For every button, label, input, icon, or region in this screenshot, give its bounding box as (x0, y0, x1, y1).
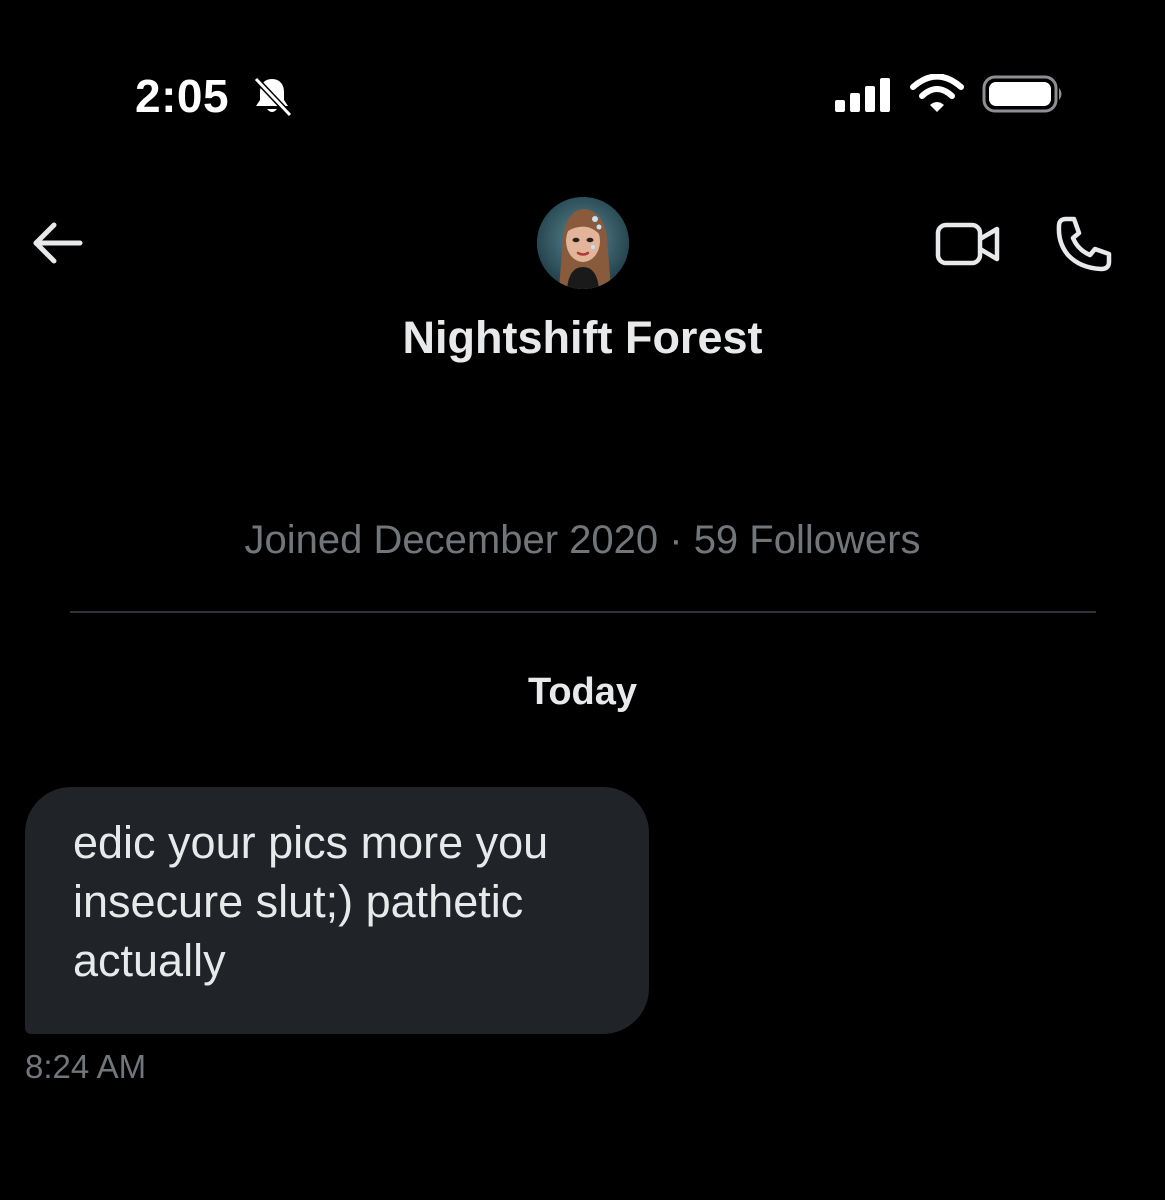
avatar-illustration (537, 197, 629, 289)
profile-meta: Joined December 2020 · 59 Followers (244, 518, 921, 562)
profile-avatar[interactable] (537, 197, 629, 289)
message-text: edic your pics more you insecure slut;) … (73, 817, 549, 986)
status-time: 2:05 (135, 70, 230, 122)
message-timestamp: 8:24 AM (25, 1048, 147, 1085)
contact-name[interactable]: Nightshift Forest (0, 308, 1165, 368)
battery-icon (982, 75, 1062, 113)
video-call-button[interactable] (934, 218, 1002, 270)
divider (70, 611, 1096, 613)
back-button[interactable] (28, 218, 86, 268)
message-bubble[interactable]: edic your pics more you insecure slut;) … (25, 787, 649, 1034)
phone-call-button[interactable] (1052, 214, 1114, 274)
dm-screen: 2:05 Nightshift Forest Joined December 2… (0, 0, 1165, 1200)
day-label: Today (527, 671, 638, 713)
bell-off-icon (253, 76, 293, 117)
cellular-signal-icon (835, 78, 890, 112)
wifi-icon (910, 74, 964, 112)
